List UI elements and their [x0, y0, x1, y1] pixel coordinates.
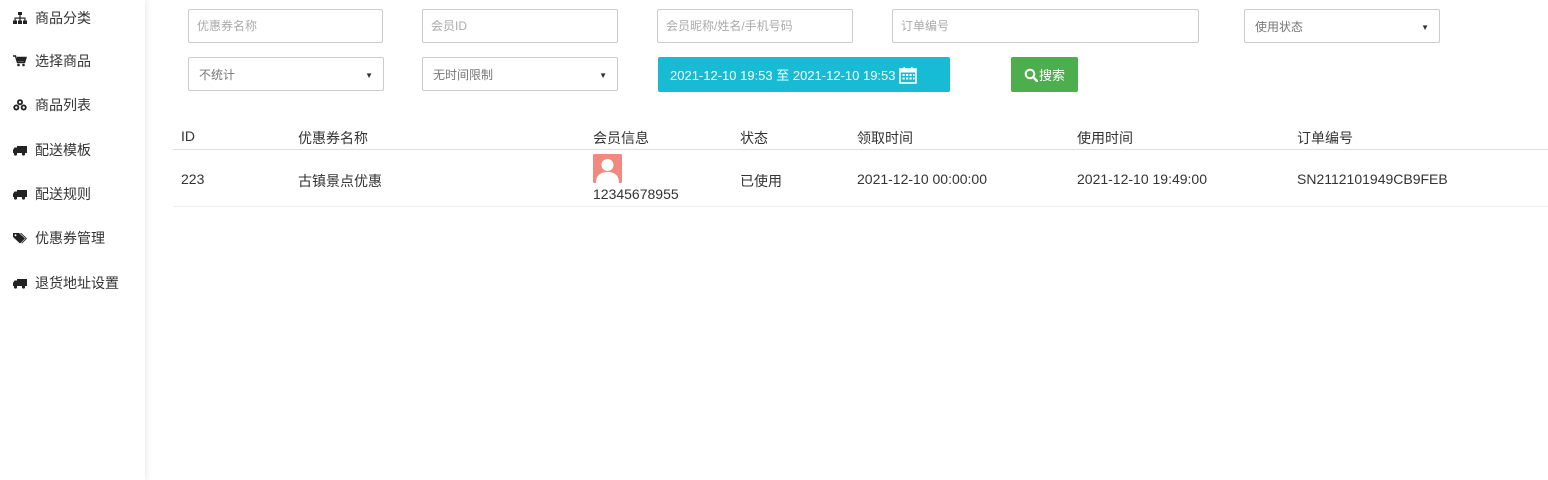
search-label: 搜索 [1038, 68, 1065, 83]
calendar-icon [898, 66, 917, 84]
cell-coupon-name: 古镇景点优惠 [298, 173, 382, 189]
cubes-icon [12, 98, 28, 112]
sidebar-item-label: 退货地址设置 [35, 275, 119, 291]
date-range-text: 2021-12-10 19:53 至 2021-12-10 19:53 [670, 68, 896, 83]
truck-icon [12, 276, 28, 290]
coupon-name-input[interactable] [188, 9, 383, 43]
column-header-member-info: 会员信息 [593, 130, 649, 146]
avatar [593, 154, 622, 183]
member-id-input[interactable] [422, 9, 618, 43]
sidebar-item-goods-list[interactable]: 商品列表 [12, 94, 91, 116]
sidebar-item-label: 选择商品 [35, 53, 91, 69]
caret-down-icon: ▼ [1421, 23, 1429, 32]
cell-id: 223 [181, 171, 205, 187]
table-row-divider [173, 206, 1548, 207]
sidebar-item-return-address[interactable]: 退货地址设置 [12, 272, 119, 294]
sidebar-item-label: 商品分类 [35, 10, 91, 26]
user-avatar-icon [593, 154, 622, 183]
cell-member-phone: 12345678955 [593, 186, 679, 202]
caret-down-icon: ▼ [599, 71, 607, 80]
sidebar-item-label: 配送模板 [35, 142, 91, 158]
column-header-coupon-name: 优惠券名称 [298, 130, 368, 146]
order-no-input[interactable] [892, 9, 1199, 43]
truck-icon [12, 143, 28, 157]
date-range-button[interactable]: 2021-12-10 19:53 至 2021-12-10 19:53 [658, 57, 950, 92]
sidebar-item-category[interactable]: 商品分类 [12, 7, 91, 29]
sidebar-item-select-goods[interactable]: 选择商品 [12, 50, 91, 72]
sidebar-item-label: 优惠券管理 [35, 230, 105, 246]
sidebar-item-delivery-rule[interactable]: 配送规则 [12, 183, 91, 205]
caret-down-icon: ▼ [365, 71, 373, 80]
search-button[interactable]: 搜索 [1011, 57, 1078, 92]
sidebar-item-label: 配送规则 [35, 186, 91, 202]
stat-value: 不统计 [199, 67, 236, 82]
column-header-id: ID [181, 128, 195, 144]
cell-receive-time: 2021-12-10 00:00:00 [857, 171, 987, 187]
search-icon [1024, 68, 1038, 82]
use-status-value: 使用状态 [1255, 19, 1304, 34]
sidebar-item-label: 商品列表 [35, 97, 91, 113]
column-header-status: 状态 [740, 130, 768, 146]
use-status-select[interactable]: 使用状态 ▼ [1244, 9, 1440, 43]
cart-icon [12, 54, 28, 68]
sidebar: 商品分类 选择商品 商品列表 配送模板 配送规则 优惠券管理 退货地址设置 [0, 0, 145, 480]
cell-order-no: SN2112101949CB9FEB [1297, 171, 1448, 187]
sidebar-item-delivery-template[interactable]: 配送模板 [12, 139, 91, 161]
cell-status: 已使用 [740, 173, 782, 189]
sidebar-item-coupon-management[interactable]: 优惠券管理 [12, 227, 105, 249]
column-header-receive-time: 领取时间 [857, 130, 913, 146]
stat-select[interactable]: 不统计 ▼ [188, 57, 384, 91]
column-header-order-no: 订单编号 [1297, 130, 1353, 146]
tags-icon [12, 231, 28, 245]
sitemap-icon [12, 11, 28, 25]
member-info-input[interactable] [657, 9, 853, 43]
column-header-use-time: 使用时间 [1077, 130, 1133, 146]
time-limit-select[interactable]: 无时间限制 ▼ [422, 57, 618, 91]
cell-use-time: 2021-12-10 19:49:00 [1077, 171, 1207, 187]
truck-icon [12, 187, 28, 201]
time-limit-value: 无时间限制 [433, 67, 494, 82]
table-header-divider [173, 149, 1548, 150]
